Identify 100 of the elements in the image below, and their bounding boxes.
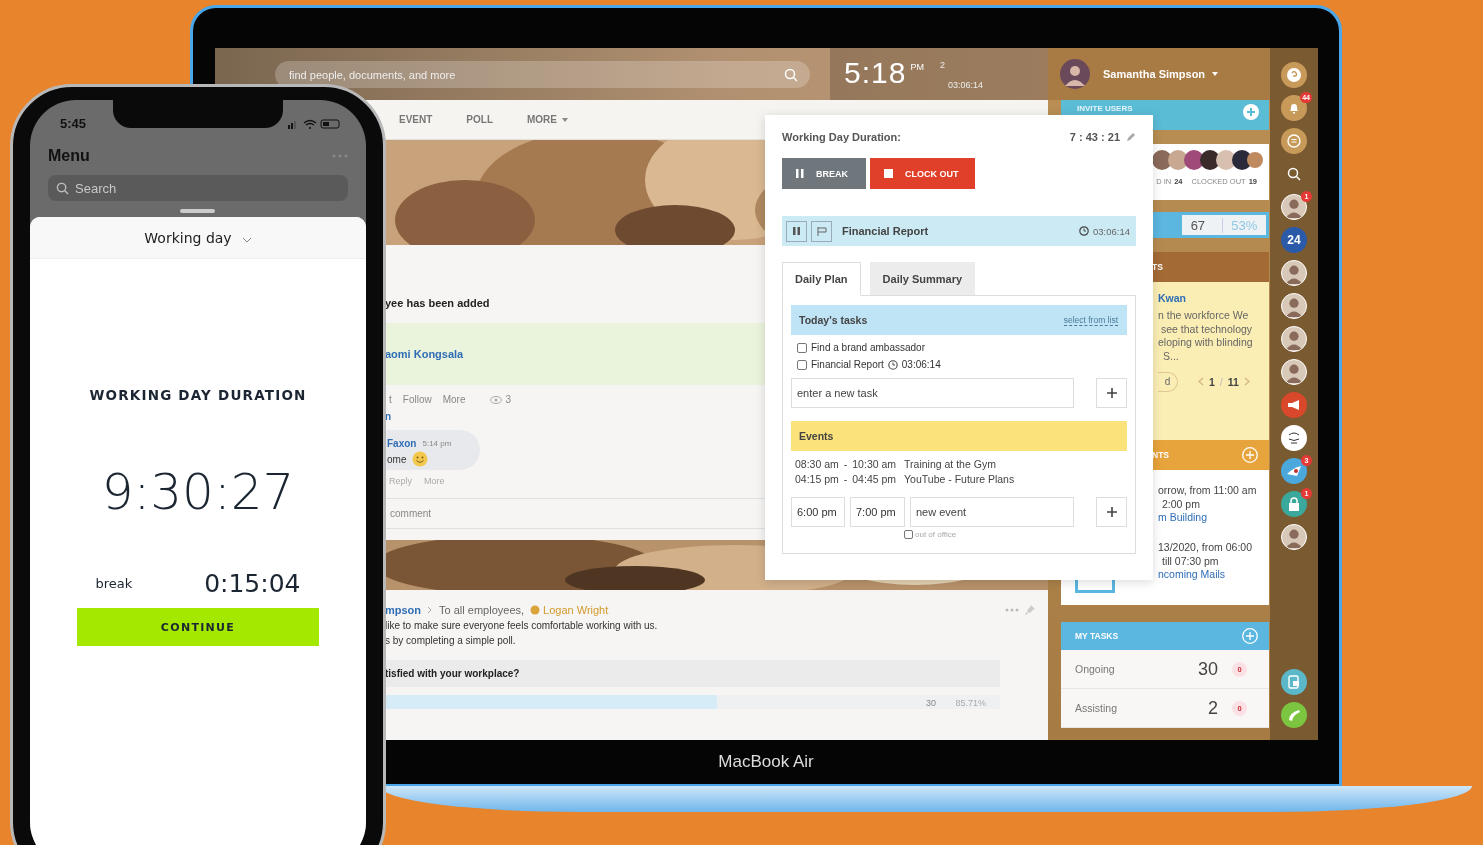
- post-action[interactable]: More: [442, 394, 466, 405]
- chevron-icon: [427, 606, 434, 614]
- comment-author: Faxon: [387, 437, 417, 449]
- event-start: 08:30 am: [795, 458, 839, 470]
- sheet-handle[interactable]: [180, 209, 215, 213]
- rail-icon[interactable]: [1281, 194, 1307, 220]
- clock-ampm: PM: [910, 62, 924, 72]
- select-link[interactable]: select from list: [1063, 314, 1118, 326]
- duration-label: WORKING DAY DURATION: [89, 387, 307, 403]
- event-time: 13/2020, from 06:00: [1158, 540, 1253, 555]
- post-action[interactable]: t: [389, 394, 392, 405]
- person-link[interactable]: aomi Kongsala: [385, 348, 464, 360]
- task-label: Financial Report: [811, 359, 884, 370]
- page-separator: /: [1219, 375, 1223, 388]
- event-link[interactable]: ncoming Mails: [1158, 568, 1265, 582]
- status-icons-drawing: [288, 118, 342, 129]
- clock-time: 5:18: [844, 56, 907, 90]
- duration-value: 7 : 43 : 21: [1069, 131, 1120, 143]
- caret-icon: [1212, 72, 1219, 76]
- task-label: Assisting: [1075, 702, 1118, 714]
- event-title: YouTube - Future Plans: [904, 473, 1015, 485]
- pause-button[interactable]: [786, 220, 807, 242]
- stat-percent: 53%: [1222, 217, 1258, 233]
- eye-icon: [490, 395, 503, 404]
- rail-icon[interactable]: [1281, 702, 1307, 728]
- user-menu[interactable]: Samantha Simpson: [1103, 68, 1219, 80]
- author-link[interactable]: mpson: [385, 604, 422, 616]
- mention-text: Logan Wright: [543, 604, 609, 616]
- post-text: s by completing a simple poll.: [385, 635, 517, 646]
- plus-icon: [1106, 507, 1117, 517]
- globe-icon: [530, 605, 541, 615]
- feed-tab[interactable]: EVENT: [399, 114, 433, 125]
- start-time-field[interactable]: 6:00 pm: [791, 497, 845, 527]
- clock-icon: [887, 359, 898, 370]
- news-text: n the workforce We see that technology eloping with blinding S...: [1158, 309, 1254, 364]
- end-time-field[interactable]: 7:00 pm: [850, 497, 905, 527]
- rail-icon[interactable]: [1281, 62, 1307, 88]
- rail-icon[interactable]: [1281, 260, 1307, 286]
- search-field[interactable]: Search: [48, 175, 348, 201]
- section-title: MY TASKS: [1075, 631, 1119, 641]
- flag-count: 2: [939, 60, 946, 70]
- clock-button[interactable]: CLOCK OUT: [870, 158, 975, 189]
- event-separator: -: [843, 473, 848, 485]
- feed-tab[interactable]: POLL: [466, 114, 493, 125]
- pause-icon: [796, 169, 804, 178]
- tab[interactable]: Daily Plan: [782, 262, 861, 296]
- rail-icon[interactable]: [1281, 524, 1307, 550]
- rail-icon[interactable]: [1281, 425, 1307, 451]
- clock-icon: [1079, 226, 1089, 236]
- continue-button[interactable]: CONTINUE: [77, 608, 319, 646]
- clock-button[interactable]: BREAK: [782, 158, 866, 189]
- smiley-icon: [412, 451, 429, 467]
- add-button[interactable]: [1096, 378, 1127, 408]
- clock-timer: 03:06:14: [947, 80, 983, 90]
- new-event-field[interactable]: new event: [910, 497, 1074, 527]
- rail-icon[interactable]: 24: [1281, 227, 1307, 253]
- rail-icon[interactable]: [1281, 491, 1307, 517]
- page-total: 11: [1227, 375, 1239, 388]
- event-link[interactable]: m Building: [1158, 511, 1265, 525]
- checkbox-label: out of office: [915, 530, 957, 539]
- comment-time: 5:14 pm: [422, 438, 452, 448]
- author-name: n: [385, 411, 393, 422]
- rail-icon[interactable]: [1281, 359, 1307, 385]
- feed-tab[interactable]: MORE: [527, 114, 568, 125]
- stop-icon: [884, 169, 893, 178]
- status-time: 5:45: [60, 116, 87, 131]
- task-count: 2: [1208, 697, 1218, 719]
- rail-icon[interactable]: [1281, 392, 1307, 418]
- rail-icon[interactable]: [1281, 326, 1307, 352]
- task-count: 30: [1197, 658, 1218, 680]
- device-label: MacBook Air: [718, 752, 814, 772]
- plus-icon: [1106, 388, 1117, 398]
- news-author[interactable]: Kwan: [1158, 292, 1265, 304]
- checkbox[interactable]: [797, 342, 807, 353]
- tab[interactable]: Daily Summary: [869, 262, 976, 295]
- current-task-timer: 03:06:14: [1093, 225, 1130, 237]
- stat-value: 67: [1190, 217, 1206, 233]
- new-task-field[interactable]: enter a new task: [791, 378, 1074, 408]
- sheet-selector[interactable]: Working day: [30, 217, 366, 259]
- event-end: 10:30 am: [852, 458, 897, 470]
- add-button[interactable]: [1096, 497, 1127, 527]
- rail-icon[interactable]: [1281, 128, 1307, 154]
- post-action[interactable]: Follow: [402, 394, 432, 405]
- rail-icon[interactable]: [1281, 293, 1307, 319]
- rail-icon[interactable]: [1281, 458, 1307, 484]
- checkbox[interactable]: [797, 359, 807, 370]
- rail-icon[interactable]: [1281, 669, 1307, 695]
- event-time: till 07:30 pm: [1161, 554, 1220, 569]
- chevron-icon: [241, 236, 252, 243]
- vote-percent: 85.71%: [955, 698, 986, 708]
- vote-count: 30: [926, 698, 936, 708]
- event-time: 2:00 pm: [1161, 497, 1201, 512]
- audience-text: To all employees,: [439, 604, 525, 616]
- post-title: yee has been added: [385, 297, 491, 309]
- event-end: 04:45 pm: [852, 473, 897, 485]
- avatar-icon[interactable]: [1060, 59, 1090, 89]
- screen-title: Menu: [48, 147, 90, 165]
- break-label: break: [95, 576, 133, 591]
- checkbox[interactable]: [904, 530, 913, 539]
- task-label: Find a brand ambassador: [811, 342, 925, 353]
